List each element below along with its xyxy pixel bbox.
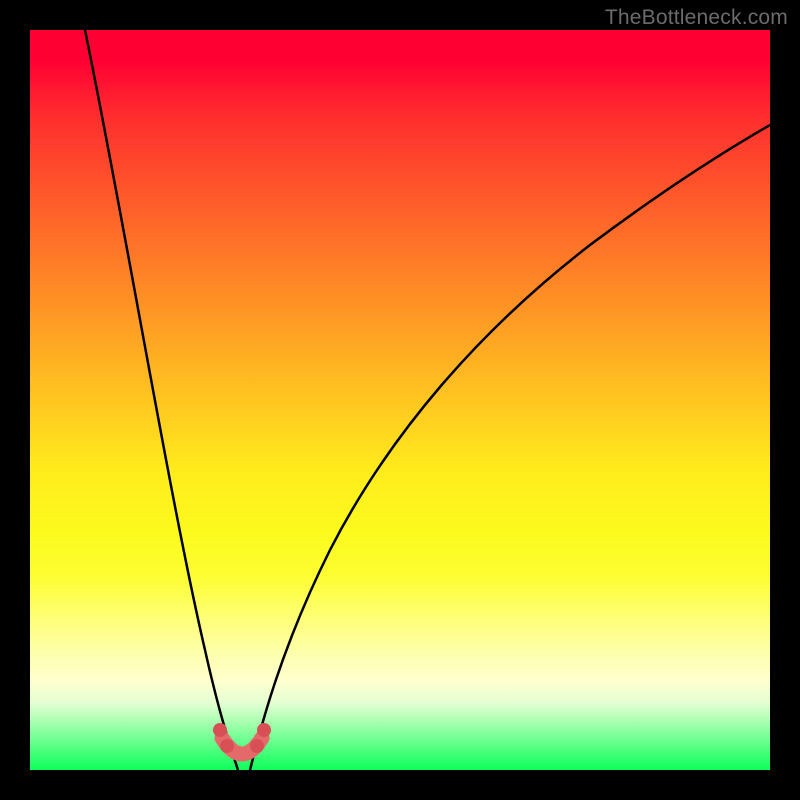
valley-dot: [257, 723, 271, 737]
curve-right-branch: [250, 125, 770, 770]
watermark-text: TheBottleneck.com: [605, 6, 788, 30]
curve-left-branch: [85, 30, 238, 770]
valley-dot: [250, 739, 264, 753]
valley-dot: [213, 723, 227, 737]
bottleneck-curve-svg: [30, 30, 770, 770]
valley-dot: [220, 739, 234, 753]
